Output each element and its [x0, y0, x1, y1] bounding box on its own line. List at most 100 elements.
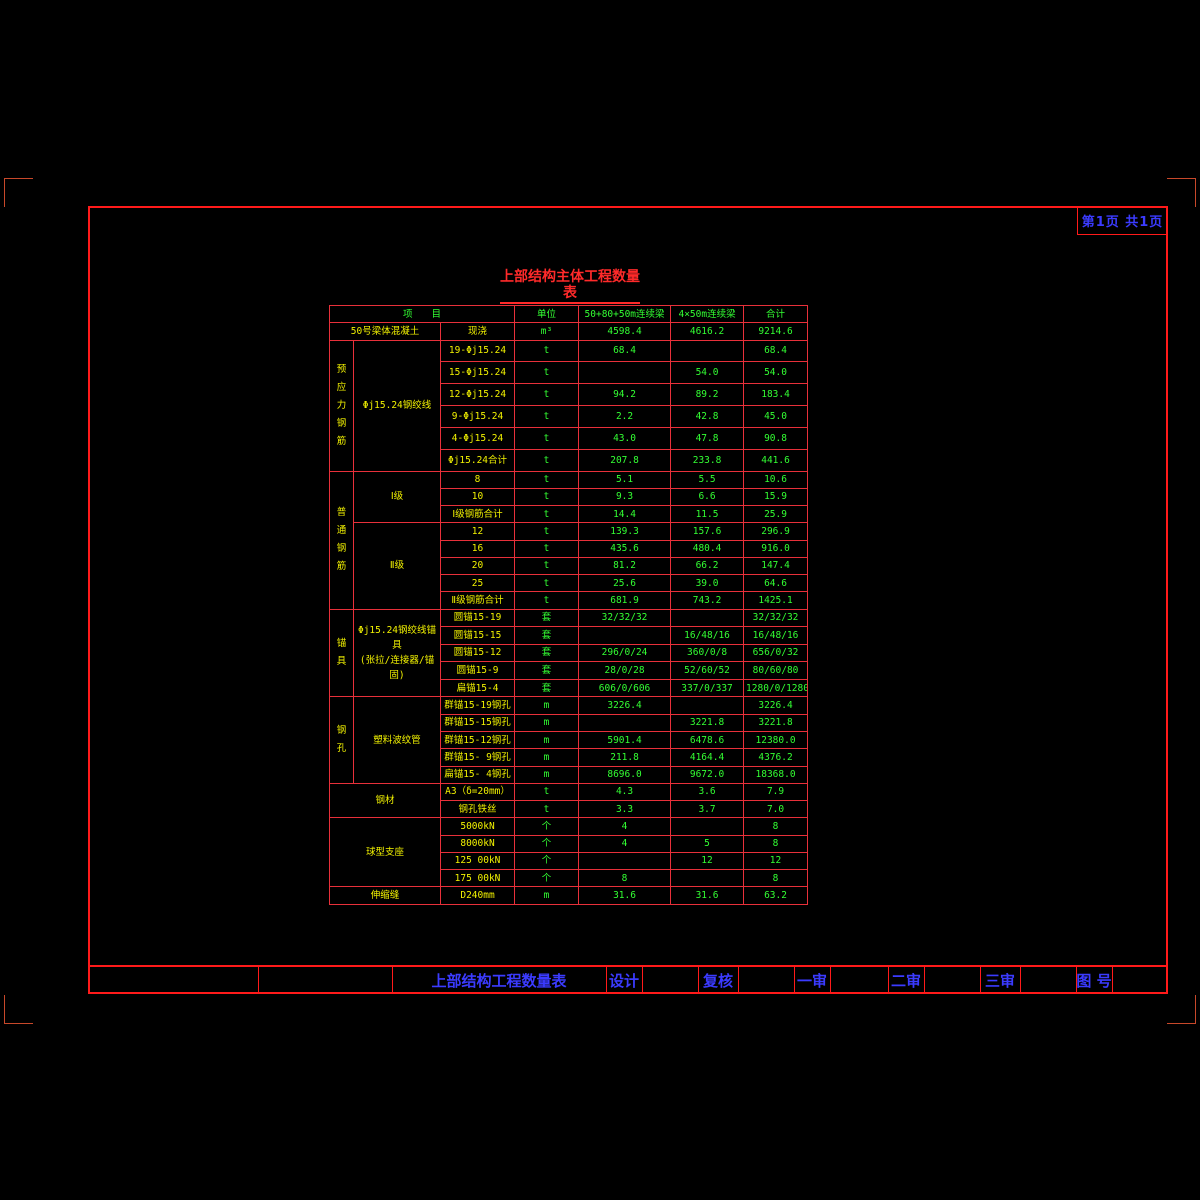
rebar-g1-2-b: 11.5 [670, 505, 745, 524]
prestress-1-a [578, 361, 672, 385]
duct-4-a: 8696.0 [578, 765, 672, 784]
rebar-g2-2-spec: 20 [439, 556, 516, 576]
rebar-g2-0-unit: t [514, 522, 580, 541]
steel-1-unit: t [514, 800, 580, 819]
expansion-b: 31.6 [670, 886, 745, 905]
duct-0-spec: 群锚15-19钢孔 [439, 696, 516, 715]
header-unit: 单位 [514, 304, 580, 324]
anchor-0-spec: 圆锚15-19 [439, 608, 516, 628]
bearing-3-b [670, 869, 745, 888]
prestress-3-total: 45.0 [743, 404, 809, 428]
prestress-3-spec: 9-Φj15.24 [439, 404, 516, 428]
header-item: 项 目 [328, 304, 516, 324]
title-block-first-value [830, 967, 889, 993]
anchor-1-spec: 圆锚15-15 [439, 626, 516, 645]
duct-1-b: 3221.8 [670, 713, 745, 732]
rebar-g1-2-unit: t [514, 505, 580, 524]
anchor-2-spec: 圆锚15-12 [439, 643, 516, 663]
rebar-grade1: Ⅰ级 [353, 470, 441, 524]
title-block-second-check: 二审 [888, 967, 925, 993]
title-block-design-value [642, 967, 699, 993]
expansion-total: 63.2 [743, 886, 809, 905]
quantity-table: 项 目 单位 50+80+50m连续梁 4×50m连续梁 合计 50号梁体混凝土… [328, 304, 809, 905]
prestress-4-spec: 4-Φj15.24 [439, 426, 516, 450]
bearing-group: 球型支座 [329, 817, 441, 888]
steel-0-unit: t [514, 782, 580, 802]
prestress-sub: Φj15.24钢绞线 [353, 339, 441, 472]
title-block-third-check: 三审 [980, 967, 1021, 993]
prestress-4-unit: t [514, 426, 580, 450]
anchor-1-b: 16/48/16 [670, 626, 745, 645]
duct-2-b: 6478.6 [670, 730, 745, 750]
table-row-steel: 钢材 A3（δ=20mm） t 4.3 3.6 7.9 [329, 782, 809, 819]
rebar-g1-2-total: 25.9 [743, 505, 809, 524]
prestress-3-a: 2.2 [578, 404, 672, 428]
prestress-1-b: 54.0 [670, 361, 745, 385]
rebar-g2-2-unit: t [514, 556, 580, 576]
rebar-g2-3-a: 25.6 [578, 574, 672, 593]
anchor-4-unit: 套 [514, 678, 580, 698]
anchor-sub: Φj15.24钢绞线锚具 (张拉/连接器/锚固) [353, 608, 441, 698]
bearing-3-a: 8 [578, 869, 672, 888]
duct-4-unit: m [514, 765, 580, 784]
prestress-0-b [670, 339, 745, 363]
bearing-2-b: 12 [670, 851, 745, 871]
rebar-g1-0-spec: 8 [439, 470, 516, 489]
rebar-g2-2-a: 81.2 [578, 556, 672, 576]
prestress-0-a: 68.4 [578, 339, 672, 363]
title-block-design: 设计 [606, 967, 643, 993]
anchor-2-total: 656/0/32 [743, 643, 809, 663]
duct-2-spec: 群锚15-12钢孔 [439, 730, 516, 750]
rebar-g2-4-spec: Ⅱ级钢筋合计 [439, 591, 516, 610]
bearing-1-total: 8 [743, 834, 809, 853]
anchor-4-total: 1280/0/1280 [743, 678, 809, 698]
steel-group: 钢材 [329, 782, 441, 819]
rebar-g2-0-a: 139.3 [578, 522, 672, 541]
bearing-0-b [670, 817, 745, 836]
rebar-g2-0-spec: 12 [439, 522, 516, 541]
anchor-0-unit: 套 [514, 608, 580, 628]
duct-1-spec: 群锚15-15钢孔 [439, 713, 516, 732]
title-block-review: 复核 [698, 967, 739, 993]
title-block-drawing-no-value [1112, 967, 1166, 993]
concrete-item: 50号梁体混凝土 [329, 322, 441, 341]
prestress-1-total: 54.0 [743, 361, 809, 385]
prestress-2-b: 89.2 [670, 383, 745, 406]
rebar-g1-2-a: 14.4 [578, 505, 672, 524]
title-block-second-value [924, 967, 981, 993]
rebar-g1-1-unit: t [514, 487, 580, 507]
rebar-g1-1-b: 6.6 [670, 487, 745, 507]
steel-0-total: 7.9 [743, 782, 809, 802]
anchor-3-b: 52/60/52 [670, 661, 745, 680]
rebar-g2-0-total: 296.9 [743, 522, 809, 541]
rebar-group: 普通钢筋 [329, 470, 354, 610]
prestress-3-unit: t [514, 404, 580, 428]
duct-group-text: 钢孔 [336, 725, 347, 755]
prestress-5-total: 441.6 [743, 448, 809, 472]
steel-1-a: 3.3 [578, 800, 672, 819]
rebar-g1-0-total: 10.6 [743, 470, 809, 489]
prestress-1-spec: 15-Φj15.24 [439, 361, 516, 385]
duct-4-total: 18368.0 [743, 765, 809, 784]
bearing-0-total: 8 [743, 817, 809, 836]
steel-1-spec: 钢孔铁丝 [439, 800, 516, 819]
header-span-b: 4×50m连续梁 [670, 304, 745, 324]
table-title: 上部结构主体工程数量表 [500, 269, 640, 304]
steel-1-total: 7.0 [743, 800, 809, 819]
duct-group: 钢孔 [329, 696, 354, 784]
table-row-duct: 钢孔 塑料波纹管 群锚15-19钢孔 m 3226.4 3226.4 [329, 696, 809, 784]
duct-1-unit: m [514, 713, 580, 732]
duct-0-b [670, 696, 745, 715]
prestress-5-spec: Φj15.24合计 [439, 448, 516, 472]
table-header-row: 项 目 单位 50+80+50m连续梁 4×50m连续梁 合计 [328, 304, 809, 324]
bearing-1-a: 4 [578, 834, 672, 853]
crop-mark-top-left [4, 178, 33, 207]
prestress-5-a: 207.8 [578, 448, 672, 472]
bearing-2-total: 12 [743, 851, 809, 871]
steel-0-b: 3.6 [670, 782, 745, 802]
rebar-g1-0-b: 5.5 [670, 470, 745, 489]
duct-3-spec: 群锚15- 9钢孔 [439, 748, 516, 767]
rebar-g2-1-unit: t [514, 539, 580, 558]
prestress-5-b: 233.8 [670, 448, 745, 472]
concrete-a: 4598.4 [578, 322, 672, 341]
